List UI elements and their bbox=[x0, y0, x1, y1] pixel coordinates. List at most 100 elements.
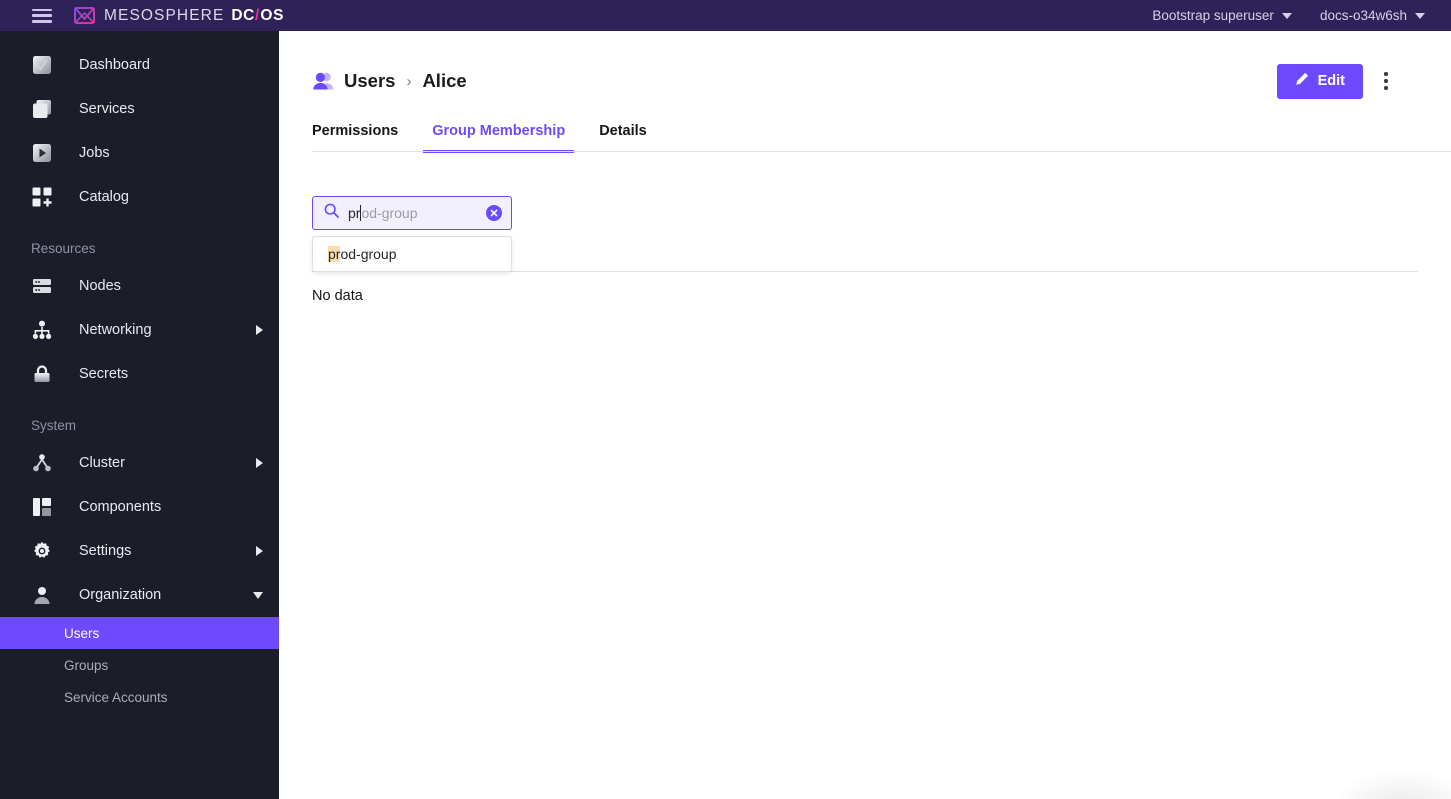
sidebar-subitem-label: Service Accounts bbox=[64, 689, 168, 705]
sidebar-item-label: Networking bbox=[79, 322, 152, 338]
networking-icon bbox=[31, 319, 53, 341]
page-header-actions: Edit bbox=[1276, 63, 1399, 99]
breadcrumb-item-users[interactable]: Users bbox=[344, 70, 395, 92]
cluster-menu[interactable]: docs-o34w6sh bbox=[1320, 8, 1425, 23]
chevron-right-icon bbox=[256, 325, 263, 335]
sidebar-section-resources: Resources bbox=[31, 241, 96, 256]
sidebar-item-networking[interactable]: Networking bbox=[0, 308, 279, 352]
tab-details[interactable]: Details bbox=[590, 123, 656, 152]
tab-label: Permissions bbox=[312, 123, 399, 139]
services-icon bbox=[31, 98, 53, 120]
suggestion-rest: od-group bbox=[340, 246, 397, 262]
hamburger-line bbox=[32, 20, 52, 23]
brand-name: MESOSPHERE bbox=[104, 6, 225, 24]
edit-button[interactable]: Edit bbox=[1276, 63, 1363, 99]
sidebar-primary-group: Dashboard Services Jobs Catalog bbox=[0, 31, 279, 219]
sidebar-item-label: Catalog bbox=[79, 189, 129, 205]
sidebar-organization-children: Users Groups Service Accounts bbox=[0, 617, 279, 713]
kebab-dot bbox=[1384, 79, 1388, 83]
group-membership-panel: pr od-group prod-group No data bbox=[279, 152, 1451, 304]
user-menu[interactable]: Bootstrap superuser bbox=[1152, 8, 1292, 23]
kebab-menu-icon[interactable] bbox=[1373, 66, 1399, 96]
sidebar-item-dashboard[interactable]: Dashboard bbox=[0, 43, 279, 87]
components-icon bbox=[31, 496, 53, 518]
hamburger-line bbox=[32, 14, 52, 17]
brand-os: OS bbox=[260, 6, 285, 24]
sidebar-item-label: Jobs bbox=[79, 145, 110, 161]
kebab-dot bbox=[1384, 72, 1388, 76]
sidebar-item-organization[interactable]: Organization bbox=[0, 573, 279, 617]
chevron-right-icon bbox=[256, 458, 263, 468]
sidebar-item-service-accounts[interactable]: Service Accounts bbox=[0, 681, 279, 713]
chevron-down-icon bbox=[253, 591, 263, 599]
chevron-down-icon bbox=[1281, 12, 1292, 19]
brand-logo[interactable]: MESOSPHERE DC / OS bbox=[74, 7, 284, 25]
sidebar-item-cluster[interactable]: Cluster bbox=[0, 441, 279, 485]
sidebar-item-jobs[interactable]: Jobs bbox=[0, 131, 279, 175]
sidebar-item-label: Settings bbox=[79, 543, 132, 559]
top-header-bar: MESOSPHERE DC / OS Bootstrap superuser d… bbox=[0, 0, 1451, 31]
sidebar-item-label: Cluster bbox=[79, 455, 125, 471]
dashboard-icon bbox=[31, 54, 53, 76]
sidebar-subitem-label: Groups bbox=[64, 657, 109, 673]
search-input-text: pr od-group bbox=[348, 205, 480, 221]
hamburger-icon[interactable] bbox=[32, 8, 52, 23]
sidebar: Dashboard Services Jobs Catalog Resource… bbox=[0, 31, 279, 799]
breadcrumb-item-alice: Alice bbox=[422, 70, 467, 91]
pencil-icon bbox=[1295, 72, 1309, 90]
breadcrumb: Users › Alice bbox=[312, 70, 467, 92]
sidebar-item-secrets[interactable]: Secrets bbox=[0, 352, 279, 396]
tab-label: Details bbox=[599, 123, 647, 139]
brand-dc: DC bbox=[231, 6, 255, 24]
sidebar-item-groups[interactable]: Groups bbox=[0, 649, 279, 681]
tab-permissions[interactable]: Permissions bbox=[303, 123, 407, 152]
sidebar-item-components[interactable]: Components bbox=[0, 485, 279, 529]
sidebar-item-label: Components bbox=[79, 499, 162, 515]
sidebar-item-label: Services bbox=[79, 101, 135, 117]
sidebar-item-services[interactable]: Services bbox=[0, 87, 279, 131]
search-icon bbox=[324, 203, 339, 223]
cluster-menu-label: docs-o34w6sh bbox=[1319, 8, 1407, 23]
organization-icon bbox=[31, 584, 53, 606]
search-suggestions-dropdown: prod-group bbox=[312, 236, 512, 272]
settings-icon bbox=[31, 540, 53, 562]
sidebar-item-settings[interactable]: Settings bbox=[0, 529, 279, 573]
kebab-dot bbox=[1384, 86, 1388, 90]
sidebar-system-group: Cluster Components Settings Organization bbox=[0, 441, 279, 617]
search-inline-completion: od-group bbox=[361, 205, 418, 221]
table-empty-message: No data bbox=[312, 288, 363, 304]
main-content: Users › Alice Edit Permissions Group Mem… bbox=[279, 31, 1451, 799]
sidebar-subitem-label: Users bbox=[64, 625, 100, 641]
brand-text: MESOSPHERE DC / OS bbox=[104, 7, 284, 25]
catalog-icon bbox=[31, 186, 53, 208]
search-suggestion-item[interactable]: prod-group bbox=[313, 242, 511, 266]
sidebar-item-nodes[interactable]: Nodes bbox=[0, 264, 279, 308]
jobs-icon bbox=[31, 142, 53, 164]
hamburger-line bbox=[32, 8, 52, 11]
cluster-icon bbox=[31, 452, 53, 474]
tab-group-membership[interactable]: Group Membership bbox=[423, 123, 575, 153]
nodes-icon bbox=[31, 275, 53, 297]
app-root: MESOSPHERE DC / OS Bootstrap superuser d… bbox=[0, 0, 1451, 799]
sidebar-resources-group: Nodes Networking Secrets bbox=[0, 264, 279, 396]
user-menu-label: Bootstrap superuser bbox=[1152, 8, 1274, 23]
sidebar-item-label: Dashboard bbox=[79, 57, 150, 73]
tab-bar: Permissions Group Membership Details bbox=[279, 105, 1451, 153]
mesosphere-logo-icon bbox=[74, 7, 95, 24]
clear-circle-icon[interactable] bbox=[486, 205, 502, 221]
tab-label: Group Membership bbox=[432, 123, 566, 139]
user-icon bbox=[312, 70, 334, 92]
sidebar-item-label: Organization bbox=[79, 587, 162, 603]
chevron-down-icon bbox=[1415, 12, 1425, 19]
sidebar-item-label: Nodes bbox=[79, 278, 121, 294]
sidebar-item-catalog[interactable]: Catalog bbox=[0, 175, 279, 219]
chevron-right-icon bbox=[256, 546, 263, 556]
search-typed-value: pr bbox=[348, 205, 361, 221]
sidebar-item-users[interactable]: Users bbox=[0, 617, 279, 649]
secrets-icon bbox=[31, 363, 53, 385]
suggestion-highlight: pr bbox=[328, 246, 341, 262]
top-bar-right: Bootstrap superuser docs-o34w6sh bbox=[1152, 8, 1425, 23]
search-input[interactable]: pr od-group bbox=[312, 196, 512, 230]
page-header: Users › Alice Edit bbox=[279, 31, 1451, 105]
corner-shadow-artifact bbox=[1331, 769, 1451, 799]
